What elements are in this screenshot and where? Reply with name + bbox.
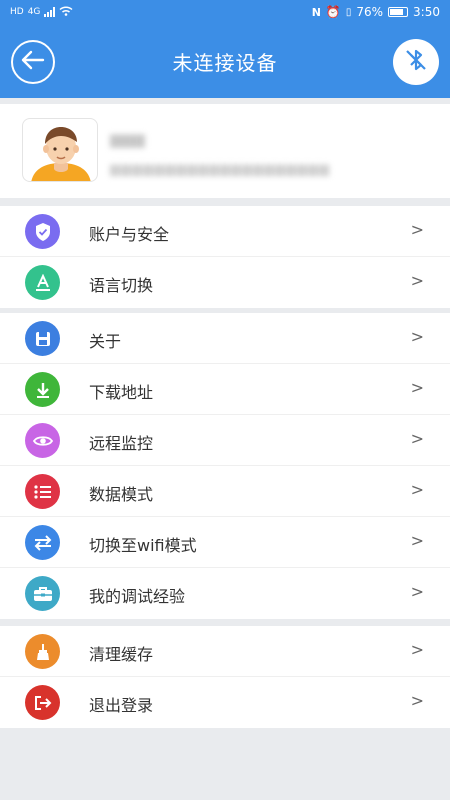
menu-group-main: 关于 > 下载地址 > 远程监控 > 数据模式 > 切换至wifi模式 > 我的… (0, 313, 450, 619)
hd-indicator: HD (10, 7, 24, 17)
back-button[interactable] (11, 40, 55, 84)
alarm-icon: ⏰ (325, 5, 341, 19)
menu-item-label: 数据模式 (89, 485, 154, 504)
menu-item-clear-cache[interactable]: 清理缓存 > (0, 626, 450, 677)
menu-item-label: 切换至wifi模式 (89, 536, 197, 555)
chevron-right-icon: > (410, 327, 424, 346)
title-bar: 未连接设备 (0, 24, 450, 98)
network-type: 4G (27, 7, 41, 17)
switch-icon (25, 525, 60, 560)
chevron-right-icon: > (410, 429, 424, 448)
menu-item-label: 我的调试经验 (89, 587, 186, 606)
eye-icon (25, 423, 60, 458)
menu-item-debug-experience[interactable]: 我的调试经验 > (0, 568, 450, 619)
battery-icon (388, 7, 409, 17)
bluetooth-off-icon (403, 47, 429, 77)
chevron-right-icon: > (410, 220, 424, 239)
user-account: ▆▆▆▆▆▆▆▆▆▆▆▆▆▆▆▆▆▆▆▆ (110, 162, 330, 177)
menu-item-download[interactable]: 下载地址 > (0, 364, 450, 415)
avatar[interactable] (22, 118, 98, 182)
status-bar: HD 4G N ⏰ ▯ 76% 3:50 (0, 0, 450, 24)
back-arrow-icon (21, 50, 45, 74)
toolbox-icon (25, 576, 60, 611)
shield-icon (25, 214, 60, 249)
profile-card[interactable]: ▆▆▆ ▆▆▆▆▆▆▆▆▆▆▆▆▆▆▆▆▆▆▆▆ (0, 104, 450, 198)
menu-group-system: 清理缓存 > 退出登录 > (0, 626, 450, 728)
menu-item-data-mode[interactable]: 数据模式 > (0, 466, 450, 517)
language-icon (25, 265, 60, 300)
menu-item-account-security[interactable]: 账户与安全 > (0, 206, 450, 257)
menu-item-about[interactable]: 关于 > (0, 313, 450, 364)
nfc-icon: N (311, 5, 321, 19)
chevron-right-icon: > (410, 582, 424, 601)
bluetooth-button[interactable] (393, 39, 439, 85)
menu-item-label: 远程监控 (89, 434, 154, 453)
list-icon (25, 474, 60, 509)
menu-item-label: 退出登录 (89, 696, 154, 715)
battery-percent: 76% (356, 5, 384, 19)
signal-icon (44, 7, 56, 17)
download-icon (25, 372, 60, 407)
menu-item-label: 关于 (89, 332, 122, 351)
user-name: ▆▆▆ (110, 130, 145, 148)
broom-icon (25, 634, 60, 669)
menu-item-logout[interactable]: 退出登录 > (0, 677, 450, 728)
menu-item-language[interactable]: 语言切换 > (0, 257, 450, 308)
clock: 3:50 (413, 5, 440, 19)
app-header: HD 4G N ⏰ ▯ 76% 3:50 未连接设备 (0, 0, 450, 98)
logout-icon (25, 685, 60, 720)
menu-item-label: 清理缓存 (89, 645, 154, 664)
menu-item-label: 下载地址 (89, 383, 154, 402)
menu-item-label: 语言切换 (89, 276, 154, 295)
menu-item-remote-monitor[interactable]: 远程监控 > (0, 415, 450, 466)
chevron-right-icon: > (410, 531, 424, 550)
chevron-right-icon: > (410, 480, 424, 499)
chevron-right-icon: > (410, 271, 424, 290)
menu-item-switch-wifi[interactable]: 切换至wifi模式 > (0, 517, 450, 568)
save-icon (25, 321, 60, 356)
chevron-right-icon: > (410, 378, 424, 397)
chevron-right-icon: > (410, 640, 424, 659)
page-title: 未连接设备 (172, 50, 278, 75)
menu-group-account: 账户与安全 > 语言切换 > (0, 206, 450, 308)
chevron-right-icon: > (410, 691, 424, 710)
vibrate-icon: ▯ (345, 6, 352, 18)
menu-item-label: 账户与安全 (89, 225, 170, 244)
wifi-icon (59, 5, 73, 19)
